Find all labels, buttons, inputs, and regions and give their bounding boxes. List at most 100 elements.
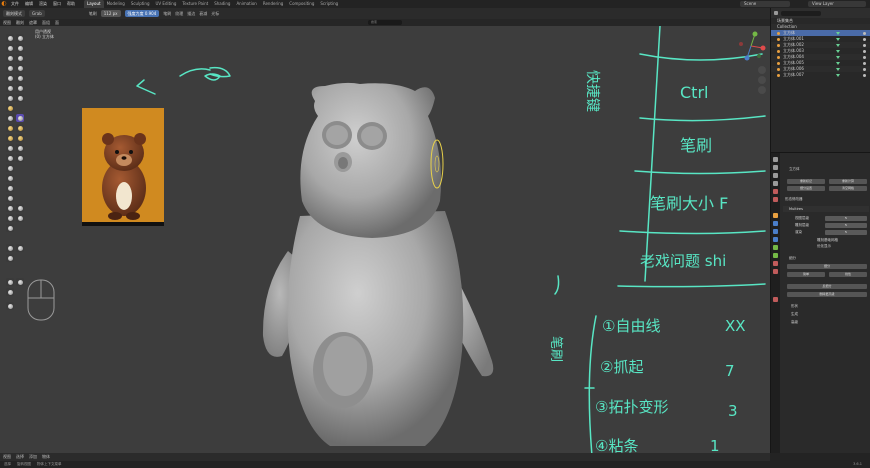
- tab-shading[interactable]: Shading: [211, 0, 233, 8]
- tool-clay-thumb[interactable]: [6, 54, 14, 62]
- footer-menu-select[interactable]: 选择: [16, 454, 24, 460]
- blender-logo-icon[interactable]: ◐: [0, 0, 8, 8]
- tool-edit-face-set[interactable]: [16, 244, 24, 252]
- menu-sculpt[interactable]: 雕刻: [16, 20, 24, 26]
- tool-tab-icon[interactable]: [773, 157, 778, 162]
- output-tab-icon[interactable]: [773, 173, 778, 178]
- view-layer-tab-icon[interactable]: [773, 181, 778, 186]
- menu-file[interactable]: 文件: [8, 0, 22, 8]
- tool-box-mask[interactable]: [6, 194, 14, 202]
- radius-field[interactable]: 112 px: [100, 10, 121, 17]
- menu-edit[interactable]: 编辑: [22, 0, 36, 8]
- visibility-eye-icon[interactable]: [863, 31, 866, 35]
- scene-tab-icon[interactable]: [773, 189, 778, 194]
- tool-scrape[interactable]: [6, 94, 14, 102]
- camera-view-icon[interactable]: [758, 86, 766, 94]
- menu-help[interactable]: 帮助: [64, 0, 78, 8]
- visibility-eye-icon[interactable]: [863, 67, 866, 71]
- scene-selector[interactable]: Scene: [740, 1, 790, 7]
- menu-face-sets[interactable]: 面组: [42, 20, 50, 26]
- tool-move[interactable]: [6, 278, 14, 286]
- visibility-eye-icon[interactable]: [863, 49, 866, 53]
- tool-clay[interactable]: [6, 44, 14, 52]
- visibility-eye-icon[interactable]: [863, 37, 866, 41]
- menu-render[interactable]: 渲染: [36, 0, 50, 8]
- tool-layer[interactable]: [16, 54, 24, 62]
- relabel-button[interactable]: 重新标记: [787, 179, 825, 184]
- shader-tab-icon[interactable]: [773, 297, 778, 302]
- reference-image[interactable]: [82, 108, 164, 226]
- tool-grab[interactable]: [16, 114, 24, 122]
- tool-cloth[interactable]: [16, 154, 24, 162]
- delete-higher-button[interactable]: 删除更高级: [787, 292, 867, 297]
- shape-section-label[interactable]: 形状: [791, 304, 798, 309]
- outliner-filter-icon[interactable]: [774, 11, 778, 15]
- menu-mask[interactable]: 遮罩: [29, 20, 37, 26]
- unsubdivide-button[interactable]: 反细分: [787, 284, 867, 289]
- modifier-tab-icon[interactable]: [773, 221, 778, 226]
- tool-nudge[interactable]: [16, 134, 24, 142]
- tab-rendering[interactable]: Rendering: [260, 0, 286, 8]
- simple-button[interactable]: 简单: [787, 272, 825, 277]
- tool-flatten[interactable]: [6, 84, 14, 92]
- tool-mesh-filter[interactable]: [16, 214, 24, 222]
- tool-mask[interactable]: [6, 174, 14, 182]
- tool-pose[interactable]: [6, 134, 14, 142]
- tab-sculpting[interactable]: Sculpting: [128, 0, 153, 8]
- tool-scale[interactable]: [6, 288, 14, 296]
- world-tab-icon[interactable]: [773, 197, 778, 202]
- tool-rotate-transform[interactable]: [16, 278, 24, 286]
- navigation-gizmo-icon[interactable]: [735, 30, 767, 62]
- 3d-viewport[interactable]: 用户透视 (0) 立方体 快捷键 Ctrl 笔刷 笔刷大小 F 老戏问题 shi…: [0, 26, 770, 453]
- constraints-tab-icon[interactable]: [773, 245, 778, 250]
- advanced-section-label[interactable]: 高级: [791, 320, 798, 325]
- generate-section-label[interactable]: 生成: [791, 312, 798, 317]
- sculpt-base-checkbox[interactable]: 雕刻基础网格: [817, 238, 838, 243]
- viewport-search-input[interactable]: 搜索: [368, 20, 402, 25]
- modifier-header[interactable]: Multires: [783, 206, 869, 212]
- tool-simplify[interactable]: [6, 164, 14, 172]
- tab-modeling[interactable]: Modeling: [104, 0, 128, 8]
- footer-menu-object[interactable]: 物体: [42, 454, 50, 460]
- subdivide-section-label[interactable]: 细分: [789, 256, 796, 261]
- tab-compositing[interactable]: Compositing: [286, 0, 317, 8]
- menu-view[interactable]: 视图: [3, 20, 11, 26]
- tool-box-face-set[interactable]: [6, 204, 14, 212]
- outliner-item[interactable]: 立方体.007: [771, 72, 870, 78]
- view-layer-selector[interactable]: View Layer: [808, 1, 866, 7]
- pan-icon[interactable]: [758, 76, 766, 84]
- tool-color-filter[interactable]: [6, 244, 14, 252]
- recalc-button[interactable]: 重新计算: [829, 179, 867, 184]
- visibility-eye-icon[interactable]: [863, 43, 866, 47]
- zoom-icon[interactable]: [758, 66, 766, 74]
- mode-selector[interactable]: 雕刻模式: [3, 10, 25, 17]
- sculpt-levels-field[interactable]: 5: [825, 223, 867, 228]
- tab-uv-editing[interactable]: UV Editing: [153, 0, 180, 8]
- header-menu-falloff[interactable]: 衰减: [199, 11, 207, 17]
- tool-pinch[interactable]: [6, 104, 14, 112]
- visibility-eye-icon[interactable]: [863, 55, 866, 59]
- tool-multiplane-scrape[interactable]: [16, 94, 24, 102]
- tool-snake-hook[interactable]: [6, 124, 14, 132]
- clear-mesh-button[interactable]: 清空网格: [829, 186, 867, 191]
- viewport-levels-field[interactable]: 5: [825, 216, 867, 221]
- physics-tab-icon[interactable]: [773, 237, 778, 242]
- active-tool-field[interactable]: Grab: [29, 10, 45, 17]
- visibility-eye-icon[interactable]: [863, 61, 866, 65]
- tool-inflate[interactable]: [6, 64, 14, 72]
- menu-window[interactable]: 窗口: [50, 0, 64, 8]
- header-menu-brush[interactable]: 笔刷: [163, 11, 171, 17]
- outliner-search-input[interactable]: [781, 10, 821, 16]
- data-tab-icon[interactable]: [773, 253, 778, 258]
- tool-smooth[interactable]: [16, 74, 24, 82]
- tool-line-project[interactable]: [6, 214, 14, 222]
- tool-fill[interactable]: [16, 84, 24, 92]
- tool-rotate[interactable]: [6, 144, 14, 152]
- footer-menu-view[interactable]: 视图: [3, 454, 11, 460]
- optimal-display-checkbox[interactable]: 优化显示: [817, 244, 831, 249]
- tab-scripting[interactable]: Scripting: [317, 0, 341, 8]
- tool-crease[interactable]: [6, 74, 14, 82]
- header-menu-stroke[interactable]: 描边: [187, 11, 195, 17]
- visibility-eye-icon[interactable]: [863, 73, 866, 77]
- particles-tab-icon[interactable]: [773, 229, 778, 234]
